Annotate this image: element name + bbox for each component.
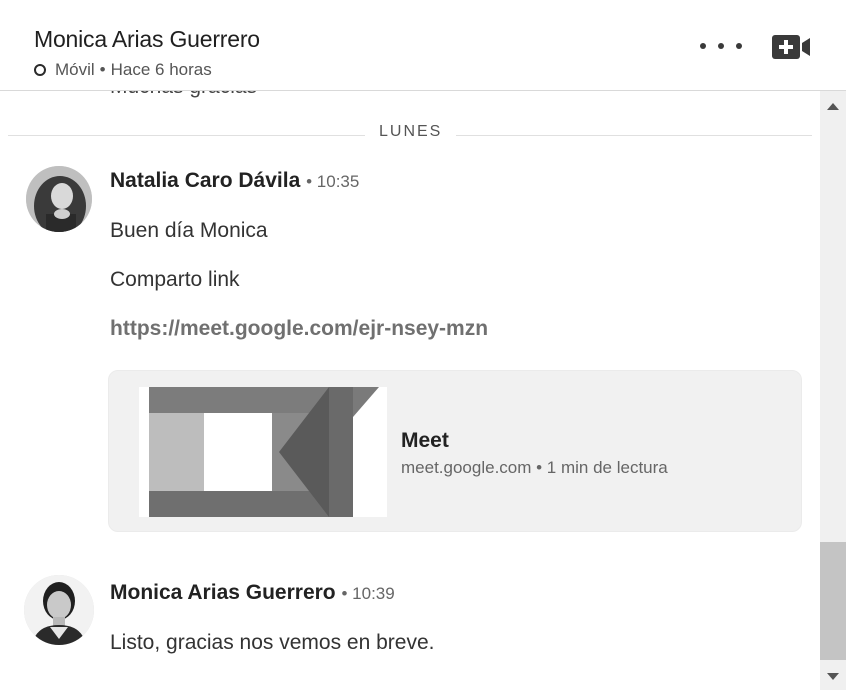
scrollbar[interactable] <box>820 91 846 690</box>
message-line: Buen día Monica <box>110 219 268 242</box>
scroll-down-arrow-icon[interactable] <box>827 673 839 680</box>
preview-subtitle: meet.google.com • 1 min de lectura <box>401 458 668 477</box>
message-line: Listo, gracias nos vemos en breve. <box>110 631 435 654</box>
presence-time: Hace 6 horas <box>110 60 212 79</box>
link-preview-card[interactable]: Meet meet.google.com • 1 min de lectura <box>108 370 802 532</box>
presence-status: Móvil • Hace 6 horas <box>34 60 212 80</box>
conversation-header: Monica Arias Guerrero Móvil • Hace 6 hor… <box>0 0 846 91</box>
message-link[interactable]: https://meet.google.com/ejr-nsey-mzn <box>110 317 488 341</box>
message-thread[interactable]: Muchas gracias LUNES Natalia Caro Dávila… <box>0 91 820 690</box>
sender-name[interactable]: Monica Arias Guerrero <box>110 581 336 604</box>
more-horizontal-icon <box>700 43 706 49</box>
avatar[interactable] <box>26 166 92 232</box>
message-sender[interactable]: Natalia Caro Dávila • 10:35 <box>110 169 359 193</box>
scroll-up-arrow-icon[interactable] <box>827 103 839 110</box>
day-divider-label: LUNES <box>365 123 457 141</box>
more-options-button[interactable] <box>700 36 742 56</box>
presence-separator: • <box>99 60 106 79</box>
presence-device: Móvil <box>55 60 95 79</box>
more-dot <box>736 43 742 49</box>
presence-ring-icon <box>34 64 46 76</box>
video-call-icon[interactable] <box>772 34 812 60</box>
google-meet-logo-icon <box>139 387 387 517</box>
preview-title: Meet <box>401 429 449 452</box>
profile-photo-natalia <box>26 166 92 232</box>
message-line: Comparto link <box>110 268 240 291</box>
previous-message-text: Muchas gracias <box>110 91 257 99</box>
scrollbar-thumb[interactable] <box>820 542 846 660</box>
profile-photo-monica <box>24 575 94 645</box>
avatar[interactable] <box>24 575 94 645</box>
sender-name[interactable]: Natalia Caro Dávila <box>110 169 300 192</box>
message-time: • 10:39 <box>341 584 395 603</box>
message-sender[interactable]: Monica Arias Guerrero • 10:39 <box>110 581 395 605</box>
conversation-title[interactable]: Monica Arias Guerrero <box>34 26 260 53</box>
message-time: • 10:35 <box>306 172 360 191</box>
more-dot <box>718 43 724 49</box>
